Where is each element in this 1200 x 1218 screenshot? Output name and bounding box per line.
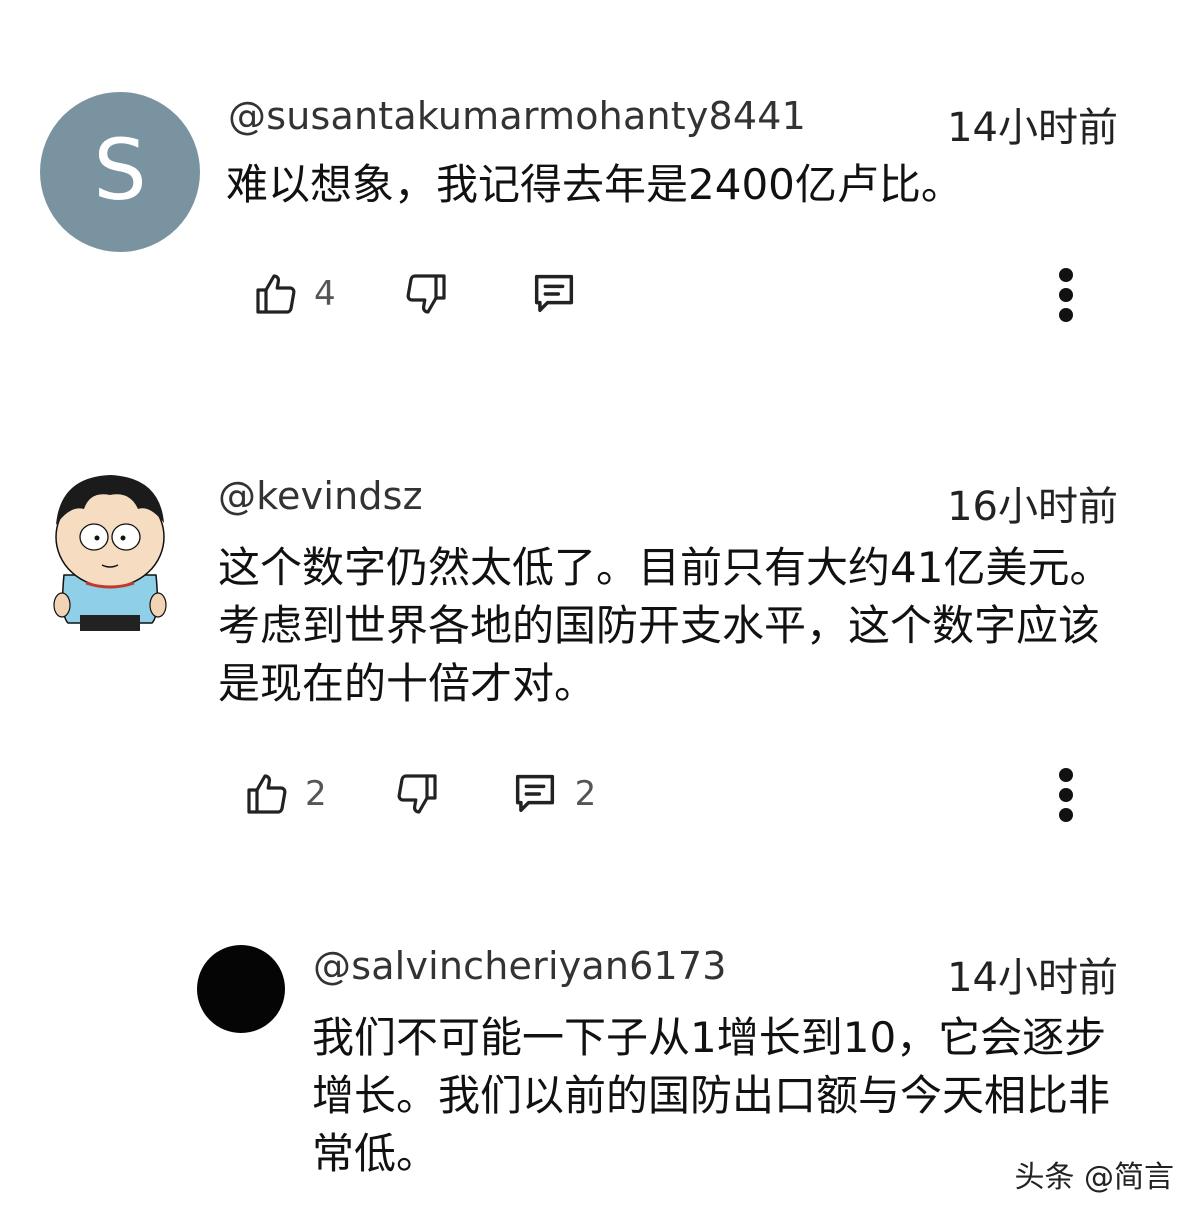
reply-author-handle[interactable]: @salvincheriyan6173 [313,944,727,988]
watermark: 头条 @简言 [1014,1160,1174,1195]
reply-timestamp[interactable]: 14小时前 [947,945,1118,1003]
reply-text: 我们不可能一下子从1增长到10，它会逐步增长。我们以前的国防出口额与今天相比非常… [312,1013,1111,1178]
reply-item: @salvincheriyan6173 14小时前 我们不可能一下子从1增长到1… [0,0,1200,1218]
avatar[interactable] [197,945,285,1033]
